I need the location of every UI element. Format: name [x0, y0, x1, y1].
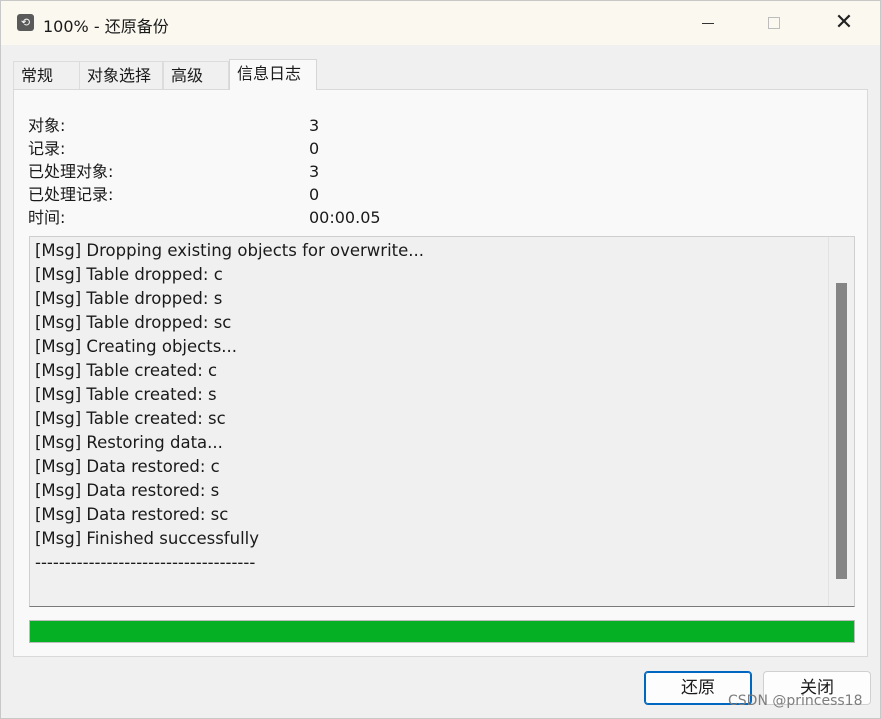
info-log-panel: 对象: 3 记录: 0 已处理对象: 3 已处理记录: 0 时间: 00:00.… [13, 89, 868, 657]
log-line: [Msg] Dropping existing objects for over… [35, 241, 425, 260]
restore-icon: ⟲ [17, 14, 34, 31]
log-line: [Msg] Table created: s [35, 385, 217, 404]
stat-label: 时间: [28, 208, 66, 227]
minimize-icon [702, 22, 714, 24]
log-separator: ------------------------------------- [35, 553, 256, 572]
log-line: [Msg] Data restored: sc [35, 505, 229, 524]
minimize-button[interactable] [685, 1, 731, 45]
close-icon: ✕ [834, 10, 854, 35]
stat-value: 00:00.05 [309, 208, 381, 227]
log-line: [Msg] Table dropped: c [35, 265, 223, 284]
maximize-button[interactable] [751, 1, 797, 45]
log-line: [Msg] Restoring data... [35, 433, 223, 452]
maximize-icon [768, 17, 780, 29]
log-line: [Msg] Finished successfully [35, 529, 260, 548]
scrollbar-thumb[interactable] [836, 283, 847, 579]
stat-value: 0 [309, 185, 320, 204]
restore-backup-dialog: ⟲ 100% - 还原备份 ✕ 常规 对象选择 高级 信息日志 对象: 3 记录… [0, 0, 881, 719]
stat-label: 已处理记录: [28, 185, 114, 204]
progress-bar [29, 620, 855, 643]
log-line: [Msg] Data restored: s [35, 481, 220, 500]
tab-object-selection[interactable]: 对象选择 [79, 61, 163, 89]
tab-general[interactable]: 常规 [13, 61, 81, 89]
log-line: [Msg] Table dropped: s [35, 289, 223, 308]
window-title: 100% - 还原备份 [43, 17, 169, 36]
tab-advanced[interactable]: 高级 [163, 61, 229, 89]
log-lines: [Msg] Dropping existing objects for over… [35, 239, 825, 575]
log-line: [Msg] Creating objects... [35, 337, 238, 356]
message-log[interactable]: [Msg] Dropping existing objects for over… [29, 236, 855, 607]
progress-fill [30, 621, 854, 642]
log-line: [Msg] Table dropped: sc [35, 313, 232, 332]
stat-label: 已处理对象: [28, 162, 114, 181]
stat-value: 3 [309, 116, 320, 135]
close-window-button[interactable]: ✕ [821, 1, 867, 45]
stat-value: 0 [309, 139, 320, 158]
title-bar[interactable]: ⟲ 100% - 还原备份 ✕ [1, 1, 880, 45]
stat-label: 记录: [28, 139, 66, 158]
tab-info-log[interactable]: 信息日志 [229, 59, 317, 90]
watermark: CSDN @princess18 [728, 693, 863, 709]
stat-value: 3 [309, 162, 320, 181]
log-line: [Msg] Table created: sc [35, 409, 226, 428]
log-scrollbar[interactable] [828, 237, 854, 606]
stat-label: 对象: [28, 116, 66, 135]
log-line: [Msg] Data restored: c [35, 457, 220, 476]
log-line: [Msg] Table created: c [35, 361, 218, 380]
